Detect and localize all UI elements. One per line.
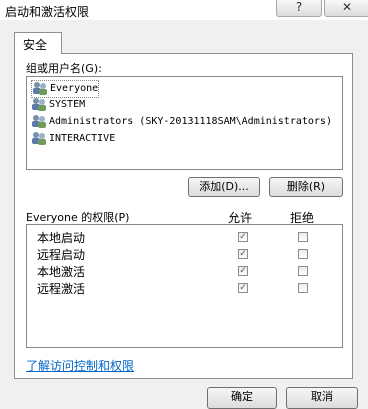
permission-name: 本地启动 (37, 231, 86, 245)
title-bar: 启动和激活权限 ? ✕ (0, 0, 368, 20)
add-button[interactable]: 添加(D)... (188, 177, 260, 197)
permission-row: 本地启动 ✓ (27, 229, 342, 246)
user-group-icon (32, 115, 46, 128)
window-title: 启动和激活权限 (5, 5, 90, 19)
users-label: 组或用户名(G): (26, 62, 102, 75)
permissions-label: Everyone 的权限(P) (26, 211, 130, 224)
user-name: Everyone (50, 83, 99, 94)
allow-checkbox[interactable]: ✓ (238, 283, 248, 293)
deny-checkbox[interactable] (298, 249, 308, 259)
remove-button[interactable]: 删除(R) (269, 177, 343, 197)
help-link[interactable]: 了解访问控制和权限 (26, 357, 134, 374)
permission-name: 本地激活 (37, 265, 86, 279)
allow-checkbox[interactable]: ✓ (238, 266, 248, 276)
list-item[interactable]: Everyone (31, 80, 100, 98)
user-group-icon (33, 82, 47, 95)
user-name: Administrators (SKY-20131118SAM\Administ… (49, 116, 332, 127)
permission-row: 本地激活 ✓ (27, 263, 342, 280)
deny-checkbox[interactable] (298, 266, 308, 276)
user-group-icon (32, 98, 46, 111)
tab-security[interactable]: 安全 (14, 32, 62, 54)
user-name: INTERACTIVE (49, 133, 116, 144)
ok-button[interactable]: 确定 (207, 387, 277, 409)
permission-row: 远程启动 ✓ (27, 246, 342, 263)
deny-checkbox[interactable] (298, 283, 308, 293)
user-list[interactable]: Everyone SYSTEM Administrators (SKY-2013… (26, 76, 343, 170)
list-item[interactable]: SYSTEM (31, 97, 85, 113)
close-button[interactable]: ✕ (324, 0, 368, 17)
user-name: SYSTEM (49, 99, 86, 110)
cancel-button[interactable]: 取消 (286, 387, 358, 409)
permissions-list: 本地启动 ✓ 远程启动 ✓ 本地激活 ✓ 远程激活 ✓ (26, 224, 343, 348)
list-item[interactable]: Administrators (SKY-20131118SAM\Administ… (31, 114, 332, 130)
allow-checkbox[interactable]: ✓ (238, 232, 248, 242)
list-item[interactable]: INTERACTIVE (31, 131, 115, 147)
deny-checkbox[interactable] (298, 232, 308, 242)
permission-row: 远程激活 ✓ (27, 280, 342, 297)
help-button[interactable]: ? (276, 0, 322, 17)
allow-checkbox[interactable]: ✓ (238, 249, 248, 259)
user-group-icon (32, 132, 46, 145)
permission-name: 远程启动 (37, 248, 86, 262)
permission-name: 远程激活 (37, 282, 86, 296)
